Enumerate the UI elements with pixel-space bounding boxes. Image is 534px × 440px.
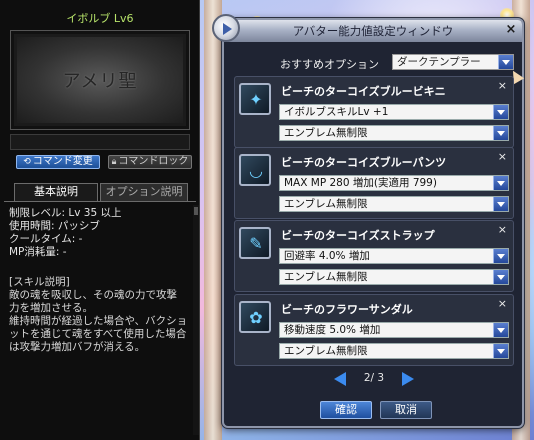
chevron-down-icon[interactable] — [493, 344, 508, 358]
pillar-left — [204, 0, 222, 440]
skill-stat-cooldown: クールタイム: - — [9, 233, 83, 245]
window-emblem-icon — [212, 14, 240, 42]
item-option-select[interactable]: 回避率 4.0% 増加 — [279, 248, 509, 264]
pagination: 2/ 3 — [334, 370, 414, 386]
tab-option-description[interactable]: オプション説明 — [100, 183, 188, 201]
skill-image-frame: アメリ聖 — [17, 37, 183, 123]
command-lock-button[interactable]: 🔒︎ コマンドロック — [108, 155, 192, 169]
sandal-icon: ✿ — [239, 301, 271, 333]
command-change-label: コマンド変更 — [32, 156, 93, 167]
item-name: ビーチのターコイズストラップ — [281, 229, 435, 242]
item-name: ビーチのターコイズブルーパンツ — [281, 156, 447, 169]
item-option-value: 回避率 4.0% 増加 — [284, 250, 370, 262]
skill-slot-bar — [10, 134, 190, 150]
skill-stat-level: 制限レベル: Lv 35 以上 — [9, 207, 122, 219]
skill-logo: アメリ聖 — [62, 71, 138, 92]
tab-basic-description[interactable]: 基本説明 — [14, 183, 98, 201]
window-close-button[interactable]: × — [504, 23, 518, 37]
item-option-value: イボルブスキルLv +1 — [284, 106, 389, 118]
chevron-down-icon[interactable] — [493, 197, 508, 211]
command-lock-label: コマンドロック — [118, 156, 189, 167]
item-emblem-value: エンブレム無制限 — [284, 198, 368, 210]
item-emblem-select[interactable]: エンブレム無制限 — [279, 269, 509, 285]
lock-icon: 🔒︎ — [111, 157, 117, 167]
item-remove-button[interactable]: × — [498, 150, 507, 163]
item-emblem-select[interactable]: エンブレム無制限 — [279, 343, 509, 359]
next-page-icon[interactable] — [402, 372, 414, 386]
skill-desc-line: ットを通じて魂をすべて使用した場合 — [9, 328, 187, 340]
description-scrollbar[interactable] — [193, 205, 199, 435]
window-title: アバター能力値設定ウィンドウ — [292, 24, 454, 38]
item-option-select[interactable]: MAX MP 280 増加(実適用 799) — [279, 175, 509, 191]
bikini-pants-icon: ◡ — [239, 154, 271, 186]
avatar-item-card: ✎ ビーチのターコイズストラップ × 回避率 4.0% 増加 エンブレム無制限 — [234, 220, 514, 292]
skill-desc-line: は攻撃力増加バフが消える。 — [9, 341, 146, 353]
item-emblem-value: エンブレム無制限 — [284, 271, 368, 283]
avatar-item-card: ◡ ビーチのターコイズブルーパンツ × MAX MP 280 増加(実適用 79… — [234, 147, 514, 219]
item-remove-button[interactable]: × — [498, 297, 507, 310]
tab-divider — [4, 201, 196, 202]
skill-image: アメリ聖 — [10, 30, 190, 130]
item-name: ビーチのターコイズブルービキニ — [281, 85, 446, 98]
skill-desc-heading: [スキル説明] — [9, 276, 70, 288]
item-remove-button[interactable]: × — [498, 79, 507, 92]
previous-page-icon[interactable] — [334, 372, 346, 386]
skill-title: イボルブ Lv6 — [66, 12, 134, 25]
chevron-down-icon[interactable] — [493, 176, 508, 190]
avatar-item-card: ✿ ビーチのフラワーサンダル × 移動速度 5.0% 増加 エンブレム無制限 — [234, 294, 514, 366]
recommend-option-select[interactable]: ダークテンプラー — [392, 54, 514, 70]
scrollbar-thumb[interactable] — [194, 207, 198, 215]
skill-stat-mp: MP消耗量: - — [9, 246, 67, 258]
avatar-stats-window: アバター能力値設定ウィンドウ × おすすめオプション ダークテンプラー ✦ ビー… — [212, 14, 525, 428]
skill-stats: 制限レベル: Lv 35 以上 使用時間: パッシブ クールタイム: - MP消… — [9, 207, 189, 259]
recommend-option-value: ダークテンプラー — [397, 56, 481, 68]
item-emblem-select[interactable]: エンブレム無制限 — [279, 196, 509, 212]
chevron-down-icon[interactable] — [493, 323, 508, 337]
item-emblem-select[interactable]: エンブレム無制限 — [279, 125, 509, 141]
confirm-button[interactable]: 確認 — [320, 401, 372, 419]
chevron-down-icon[interactable] — [498, 55, 513, 69]
bikini-top-icon: ✦ — [239, 83, 271, 115]
item-option-value: MAX MP 280 増加(実適用 799) — [284, 177, 437, 189]
chevron-down-icon[interactable] — [493, 270, 508, 284]
strap-icon: ✎ — [239, 227, 271, 259]
avatar-item-card: ✦ ビーチのターコイズブルービキニ × イボルブスキルLv +1 エンブレム無制… — [234, 76, 514, 148]
item-option-select[interactable]: イボルブスキルLv +1 — [279, 104, 509, 120]
recommend-option-label: おすすめオプション — [280, 58, 379, 71]
skill-info-panel: イボルブ Lv6 アメリ聖 ⟲ コマンド変更 🔒︎ コマンドロック 基本説明 オプシ… — [0, 0, 200, 440]
refresh-icon: ⟲ — [23, 157, 31, 167]
item-name: ビーチのフラワーサンダル — [281, 303, 413, 316]
skill-description: [スキル説明] 敵の魂を吸収し、その魂の力で攻撃 力を増加させる。 維持時間が経… — [9, 276, 191, 354]
chevron-down-icon[interactable] — [493, 249, 508, 263]
chevron-down-icon[interactable] — [493, 105, 508, 119]
skill-desc-line: 維持時間が経過した場合や、バクショ — [9, 315, 188, 327]
cancel-button[interactable]: 取消 — [380, 401, 432, 419]
window-header[interactable]: アバター能力値設定ウィンドウ × — [224, 20, 522, 42]
skill-desc-line: 力を増加させる。 — [9, 302, 93, 314]
skill-stat-duration: 使用時間: パッシブ — [9, 220, 100, 232]
item-emblem-value: エンブレム無制限 — [284, 127, 368, 139]
chevron-down-icon[interactable] — [493, 126, 508, 140]
item-option-value: 移動速度 5.0% 増加 — [284, 324, 381, 336]
item-remove-button[interactable]: × — [498, 223, 507, 236]
page-indicator: 2/ 3 — [363, 372, 385, 384]
item-option-select[interactable]: 移動速度 5.0% 増加 — [279, 322, 509, 338]
command-change-button[interactable]: ⟲ コマンド変更 — [16, 155, 100, 169]
skill-desc-line: 敵の魂を吸収し、その魂の力で攻撃 — [9, 289, 177, 301]
item-emblem-value: エンブレム無制限 — [284, 345, 368, 357]
